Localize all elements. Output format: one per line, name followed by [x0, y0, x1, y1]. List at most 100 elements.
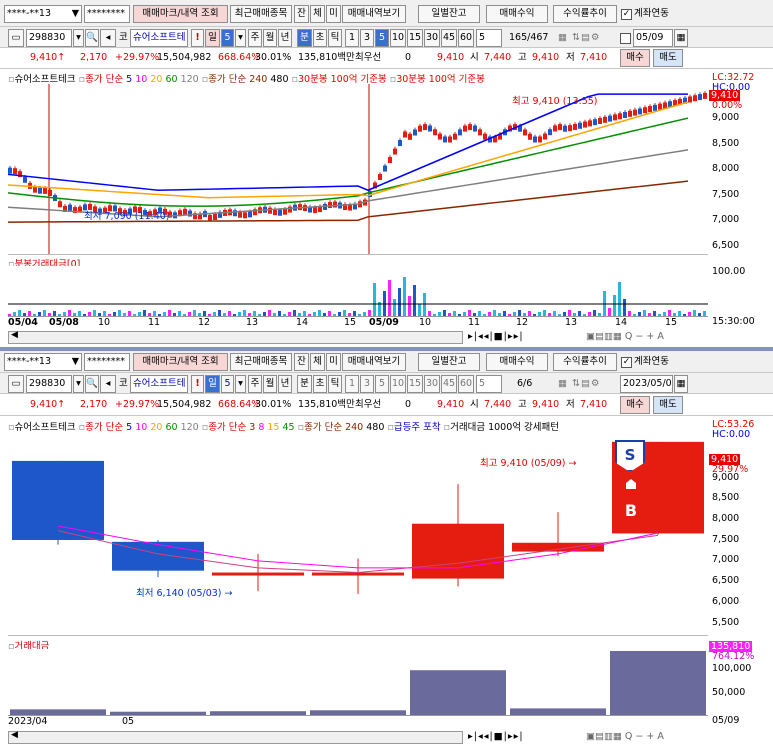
unfilled-button[interactable]: 미 [326, 5, 341, 23]
balance-button[interactable]: 잔 [294, 5, 309, 23]
trade-mark-button[interactable]: 매매마크/내역 조회 [133, 353, 228, 371]
horizontal-scrollbar[interactable]: ◀ [8, 730, 463, 744]
period-month-button[interactable]: 월 [263, 29, 277, 47]
interval-10-button[interactable]: 10 [390, 375, 406, 393]
code-dropdown-button[interactable]: ▾ [73, 29, 84, 47]
zoom-icons[interactable]: ▣▤▥▦ Q − + A [586, 728, 664, 746]
period-month-button[interactable]: 월 [263, 375, 277, 393]
interval-30-button[interactable]: 30 [424, 375, 440, 393]
daily-balance-button[interactable]: 일별잔고 [418, 353, 480, 371]
stock-name-field[interactable]: 슈어소프트테 [130, 29, 188, 47]
date-checkbox[interactable] [620, 33, 631, 44]
alert-icon[interactable]: ! [191, 29, 204, 47]
horizontal-scrollbar[interactable]: ◀ [8, 330, 463, 344]
stock-code-input[interactable]: 298830 [26, 375, 72, 393]
interval-60-button[interactable]: 60 [458, 29, 474, 47]
trade-profit-button[interactable]: 매매수익 [486, 5, 548, 23]
stock-name-field[interactable]: 슈어소프트테 [130, 375, 188, 393]
code-dropdown-button[interactable]: ▾ [73, 375, 84, 393]
buy-button[interactable]: 매수 [620, 49, 650, 67]
buy-button[interactable]: 매수 [620, 396, 650, 414]
sell-button[interactable]: 매도 [653, 396, 683, 414]
executed-button[interactable]: 체 [310, 5, 325, 23]
recent-trades-button[interactable]: 최근매매종목 [230, 5, 292, 23]
return-trend-button[interactable]: 수익률추이 [553, 5, 617, 23]
interval-45-button[interactable]: 45 [441, 375, 457, 393]
period-5-button[interactable]: 5 [221, 29, 234, 47]
count-select[interactable]: 5 [476, 375, 502, 393]
trade-mark-button[interactable]: 매매마크/내역 조회 [133, 5, 228, 23]
date-field[interactable]: 2023/05/09 [620, 375, 673, 393]
trade-history-button[interactable]: 매매내역보기 [342, 5, 406, 23]
minute-volume-chart[interactable] [8, 266, 708, 316]
interval-1-button[interactable]: 1 [345, 29, 359, 47]
interval-15-button[interactable]: 15 [407, 29, 423, 47]
alert-icon[interactable]: ! [191, 375, 204, 393]
interval-3-button[interactable]: 3 [360, 29, 374, 47]
password-field[interactable]: ******** [84, 5, 130, 23]
interval-30-button[interactable]: 30 [424, 29, 440, 47]
interval-60-button[interactable]: 60 [458, 375, 474, 393]
period-year-button[interactable]: 년 [278, 29, 292, 47]
speaker-icon[interactable]: ◂ [100, 29, 116, 47]
period-dropdown-button[interactable]: ▾ [235, 29, 246, 47]
executed-button[interactable]: 체 [310, 353, 325, 371]
period-dropdown-button[interactable]: ▾ [235, 375, 246, 393]
period-day-button[interactable]: 일 [205, 29, 220, 47]
interval-5-button[interactable]: 5 [375, 375, 389, 393]
trade-history-button[interactable]: 매매내역보기 [342, 353, 406, 371]
window-icon[interactable]: ▭ [8, 29, 24, 47]
trade-amount: 135,810백만 [298, 399, 355, 410]
count-select[interactable]: 5 [476, 29, 502, 47]
interval-45-button[interactable]: 45 [441, 29, 457, 47]
tool-icons[interactable]: ▦ ⇅▤⚙ [558, 375, 600, 393]
interval-1-button[interactable]: 1 [345, 375, 359, 393]
search-icon[interactable]: 🔍 [85, 29, 99, 47]
period-minute-button[interactable]: 분 [297, 29, 312, 47]
password-field[interactable]: ******** [84, 353, 130, 371]
minute-price-chart[interactable] [8, 84, 708, 254]
daily-price-chart[interactable] [8, 433, 708, 633]
account-link-checkbox[interactable]: ✓ [621, 9, 632, 20]
navigation-icons[interactable]: ▸|◂◂|■|▸▸| [468, 328, 524, 346]
period-5-button[interactable]: 5 [221, 375, 234, 393]
unfilled-button[interactable]: 미 [326, 353, 341, 371]
period-second-button[interactable]: 초 [313, 375, 327, 393]
balance-button[interactable]: 잔 [294, 353, 309, 371]
calendar-icon[interactable]: ▦ [674, 375, 688, 393]
period-minute-button[interactable]: 분 [297, 375, 312, 393]
tool-icons[interactable]: ▦ ⇅▤⚙ [558, 29, 600, 47]
scroll-left-icon[interactable]: ◀ [11, 330, 18, 340]
period-week-button[interactable]: 주 [248, 29, 262, 47]
interval-5-button[interactable]: 5 [375, 29, 389, 47]
account-select[interactable]: ****-**13 ▼ [4, 353, 82, 371]
sell-button[interactable]: 매도 [653, 49, 683, 67]
date-field[interactable]: 05/09 [633, 29, 673, 47]
zoom-icons[interactable]: ▣▤▥▦ Q − + A [586, 328, 664, 346]
return-trend-button[interactable]: 수익률추이 [553, 353, 617, 371]
account-link-checkbox[interactable]: ✓ [621, 357, 632, 368]
candle-body [533, 136, 537, 143]
period-tick-button[interactable]: 틱 [328, 375, 342, 393]
daily-volume-chart[interactable] [8, 649, 708, 715]
navigation-icons[interactable]: ▸|◂◂|■|▸▸| [468, 728, 524, 746]
window-icon[interactable]: ▭ [8, 375, 24, 393]
search-icon[interactable]: 🔍 [85, 375, 99, 393]
interval-15-button[interactable]: 15 [407, 375, 423, 393]
calendar-icon[interactable]: ▦ [674, 29, 688, 47]
trade-profit-button[interactable]: 매매수익 [486, 353, 548, 371]
period-tick-button[interactable]: 틱 [328, 29, 342, 47]
recent-trades-button[interactable]: 최근매매종목 [230, 353, 292, 371]
daily-balance-button[interactable]: 일별잔고 [418, 5, 480, 23]
speaker-icon[interactable]: ◂ [100, 375, 116, 393]
period-second-button[interactable]: 초 [313, 29, 327, 47]
period-year-button[interactable]: 년 [278, 375, 292, 393]
y-tick: 7,500 [712, 534, 740, 545]
scroll-left-icon[interactable]: ◀ [11, 730, 18, 740]
stock-code-input[interactable]: 298830 [26, 29, 72, 47]
interval-10-button[interactable]: 10 [390, 29, 406, 47]
interval-3-button[interactable]: 3 [360, 375, 374, 393]
period-week-button[interactable]: 주 [248, 375, 262, 393]
period-day-button[interactable]: 일 [205, 375, 220, 393]
account-select[interactable]: ****-**13 ▼ [4, 5, 82, 23]
